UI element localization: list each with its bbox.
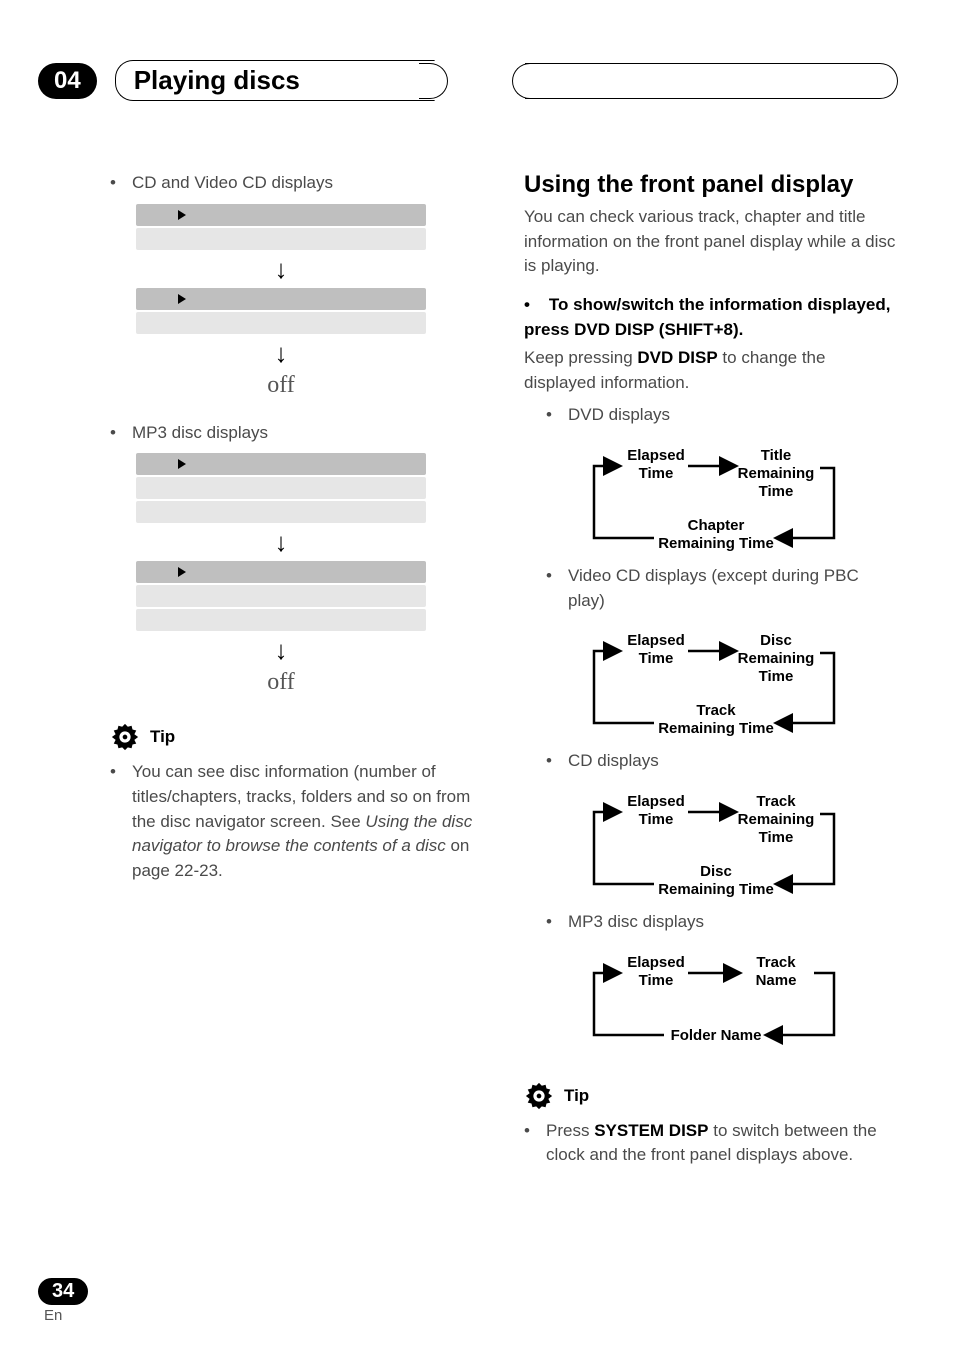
svg-text:Disc: Disc [700,863,732,880]
instruction-line: • To show/switch the information display… [524,293,898,342]
header-capsule-gap [435,63,525,99]
svg-text:Time: Time [759,483,794,500]
bullet-mp3-r: •MP3 disc displays [546,910,898,935]
svg-text:Time: Time [639,972,674,989]
svg-text:Elapsed: Elapsed [627,447,685,464]
osd-cd-vcd: ↓ ↓ off [136,204,426,399]
bullet-dvd-text: DVD displays [568,403,670,428]
cycle-cd: Elapsed Time Track Remaining Time Disc R… [566,784,856,904]
down-arrow-icon: ↓ [136,637,426,663]
instruction-body: Keep pressing DVD DISP to change the dis… [524,346,898,395]
svg-text:Elapsed: Elapsed [627,954,685,971]
svg-text:Folder Name: Folder Name [671,1027,762,1044]
tip-gear-icon [110,722,140,752]
svg-text:Time: Time [759,668,794,685]
svg-text:Time: Time [639,650,674,667]
bullet-cd-vcd-text: CD and Video CD displays [132,171,333,196]
tip-label-2: Tip [564,1086,589,1106]
chapter-title: Playing discs [134,65,300,96]
right-column: Using the front panel display You can ch… [524,171,898,1174]
bullet-dvd: •DVD displays [546,403,898,428]
svg-text:Track: Track [756,954,796,971]
play-icon [178,459,186,469]
play-icon [178,294,186,304]
svg-text:Disc: Disc [760,632,792,649]
page-header: 04 Playing discs [0,60,954,101]
svg-text:Track: Track [696,702,736,719]
tip-label: Tip [150,727,175,747]
language-code: En [44,1307,88,1324]
off-label: off [136,669,426,696]
svg-text:Remaining Time: Remaining Time [658,881,774,898]
down-arrow-icon: ↓ [136,340,426,366]
svg-text:Time: Time [639,465,674,482]
section-heading: Using the front panel display [524,171,898,199]
bullet-mp3-r-text: MP3 disc displays [568,910,704,935]
cycle-dvd: Elapsed Time Title Remaining Time Chapte… [566,438,856,558]
svg-text:Elapsed: Elapsed [627,793,685,810]
tip-body-2: • Press SYSTEM DISP to switch between th… [524,1119,898,1168]
svg-text:Chapter: Chapter [688,517,745,534]
tip-heading: Tip [110,722,484,752]
svg-text:Time: Time [639,811,674,828]
down-arrow-icon: ↓ [136,529,426,555]
bullet-mp3: •MP3 disc displays [110,421,484,446]
bullet-cd-text: CD displays [568,749,659,774]
section-intro: You can check various track, chapter and… [524,205,898,279]
svg-text:Remaining: Remaining [738,465,815,482]
bullet-cd-vcd: •CD and Video CD displays [110,171,484,196]
page-footer: 34 En [38,1278,88,1324]
play-icon [178,567,186,577]
svg-text:Remaining Time: Remaining Time [658,535,774,552]
svg-text:Name: Name [756,972,797,989]
chapter-badge: 04 [38,63,97,99]
cycle-vcd: Elapsed Time Disc Remaining Time Track R… [566,623,856,743]
svg-text:Elapsed: Elapsed [627,632,685,649]
bullet-vcd: •Video CD displays (except during PBC pl… [546,564,898,613]
header-capsule-right [525,63,898,99]
left-column: •CD and Video CD displays ↓ ↓ off •MP3 d… [110,171,484,1174]
svg-text:Remaining: Remaining [738,650,815,667]
tip-body: • You can see disc information (number o… [110,760,484,883]
play-icon [178,210,186,220]
page-number: 34 [38,1278,88,1305]
svg-text:Remaining Time: Remaining Time [658,720,774,737]
tip-gear-icon [524,1081,554,1111]
osd-mp3: ↓ ↓ off [136,453,426,696]
bullet-cd: •CD displays [546,749,898,774]
cycle-mp3: Elapsed Time Track Name Folder Name [566,945,856,1055]
tip-heading-2: Tip [524,1081,898,1111]
down-arrow-icon: ↓ [136,256,426,282]
off-label: off [136,372,426,399]
svg-text:Remaining: Remaining [738,811,815,828]
bullet-vcd-text: Video CD displays (except during PBC pla… [568,564,898,613]
svg-text:Title: Title [761,447,792,464]
header-capsule-left: Playing discs [115,60,435,101]
instruction-bold: To show/switch the information displayed… [524,295,890,339]
bullet-mp3-text: MP3 disc displays [132,421,268,446]
svg-text:Time: Time [759,829,794,846]
svg-text:Track: Track [756,793,796,810]
